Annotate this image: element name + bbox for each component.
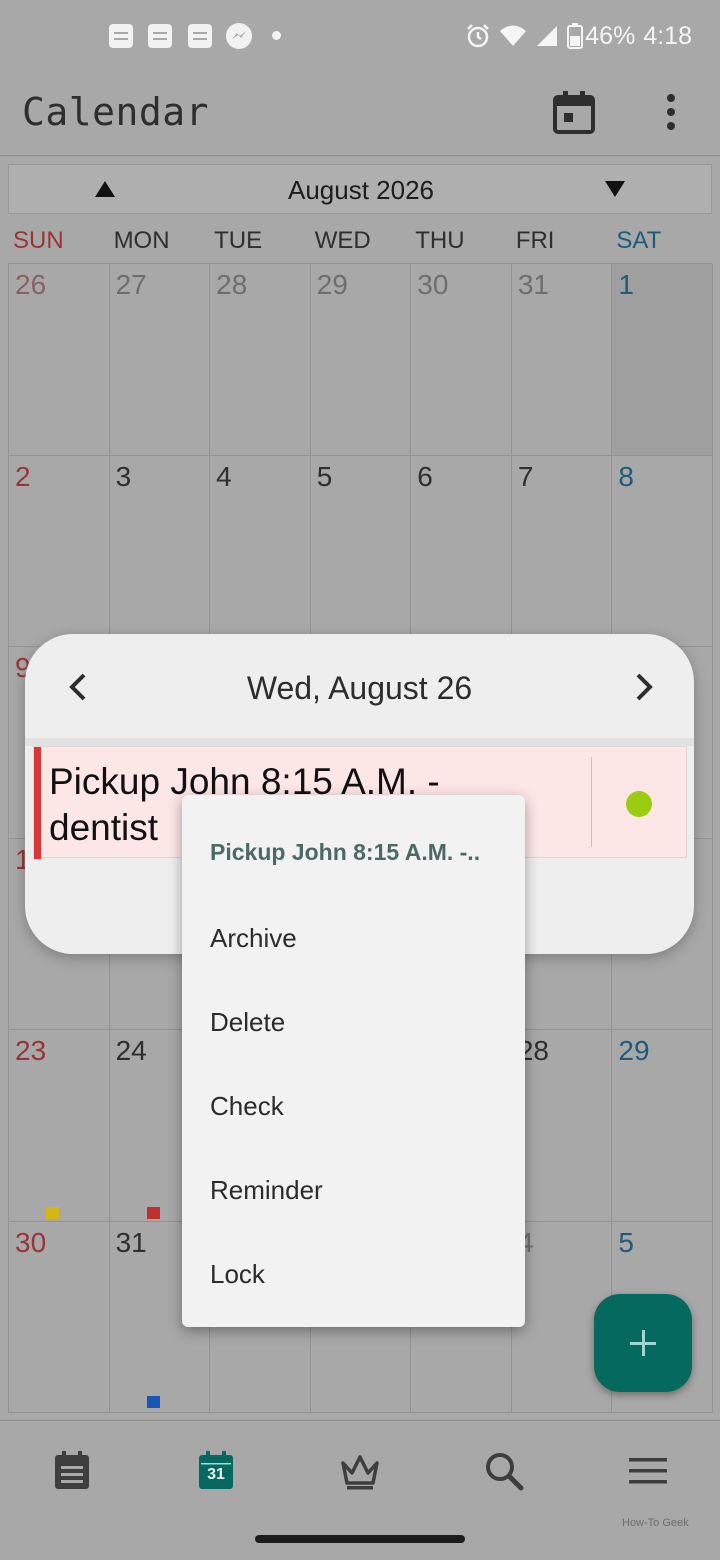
day-cell[interactable]: 7 — [511, 455, 613, 647]
wifi-icon — [499, 24, 527, 48]
event-context-menu: Pickup John 8:15 A.M. -.. Archive Delete… — [182, 795, 525, 1327]
list-icon[interactable] — [50, 1449, 94, 1493]
day-number: 6 — [417, 460, 433, 492]
active-day-label: 31 — [207, 1466, 225, 1483]
day-number: 29 — [618, 1035, 650, 1066]
notification-doc-icon — [148, 24, 172, 48]
home-indicator[interactable] — [255, 1535, 465, 1543]
menu-item-reminder[interactable]: Reminder — [210, 1175, 323, 1206]
day-cell[interactable]: 28 — [210, 264, 311, 456]
day-number: 24 — [115, 1035, 147, 1066]
day-cell[interactable]: 30 — [411, 264, 512, 456]
day-number: 4 — [216, 460, 232, 492]
day-cell[interactable]: 31 — [511, 264, 613, 456]
day-number: 29 — [316, 269, 348, 300]
day-number: 31 — [517, 269, 549, 300]
day-number: 5 — [618, 1226, 634, 1258]
day-number: 5 — [316, 460, 333, 492]
event-color-dot[interactable] — [626, 791, 652, 817]
weekday-label: TUE — [214, 227, 263, 254]
menu-item-check[interactable]: Check — [210, 1091, 284, 1122]
event-marker — [146, 1395, 160, 1408]
month-navigator: August 2026 — [8, 164, 712, 214]
day-number: 27 — [115, 269, 147, 300]
calendar-month-icon[interactable]: 31 — [194, 1449, 238, 1493]
app-bar: Calendar — [0, 72, 720, 156]
day-number: 30 — [417, 269, 449, 300]
day-cell[interactable]: 4 — [210, 455, 311, 647]
day-cell[interactable]: 6 — [411, 455, 512, 647]
divider — [591, 757, 592, 847]
day-cell[interactable]: 23 — [9, 1030, 110, 1222]
day-number: 7 — [517, 460, 534, 492]
day-cell[interactable]: 27 — [109, 264, 211, 456]
app-title: Calendar — [22, 90, 210, 134]
system-status: 46% 4:18 — [465, 20, 692, 52]
watermark: How-To Geek — [622, 1517, 689, 1529]
messenger-icon — [226, 23, 252, 49]
menu-item-lock[interactable]: Lock — [210, 1259, 265, 1290]
divider — [25, 738, 694, 746]
day-cell[interactable]: 8 — [612, 455, 713, 647]
weekday-label: SUN — [13, 227, 64, 254]
next-month-icon[interactable] — [605, 181, 625, 197]
event-marker — [146, 1207, 160, 1219]
more-notifications-dot — [272, 31, 281, 40]
day-cell[interactable]: 2 — [9, 455, 110, 647]
signal-icon — [535, 24, 559, 48]
search-icon[interactable] — [482, 1449, 526, 1493]
day-cell[interactable]: 5 — [310, 455, 412, 647]
weekday-label: WED — [314, 227, 371, 254]
weekday-label: MON — [113, 227, 170, 254]
menu-header: Pickup John 8:15 A.M. -.. — [210, 839, 481, 865]
day-number: 2 — [15, 460, 31, 492]
day-number: 28 — [216, 269, 248, 300]
day-cell[interactable]: 30 — [9, 1221, 110, 1413]
day-cell[interactable]: 29 — [612, 1030, 713, 1222]
chevron-right-icon[interactable] — [631, 672, 657, 702]
day-number: 26 — [15, 269, 47, 300]
day-number: 1 — [618, 269, 634, 300]
battery-icon — [567, 23, 584, 49]
weekday-label: FRI — [515, 227, 555, 254]
menu-icon[interactable] — [626, 1449, 670, 1493]
day-cell[interactable]: 26 — [9, 264, 110, 456]
day-number: 3 — [115, 460, 132, 492]
menu-item-archive[interactable]: Archive — [210, 923, 297, 954]
notification-doc-icon — [109, 24, 133, 48]
day-cell[interactable]: 29 — [310, 264, 412, 456]
weekday-header: SUN MON TUE WED THU FRI SAT — [8, 222, 712, 262]
add-event-button[interactable] — [594, 1294, 692, 1392]
event-marker — [46, 1207, 59, 1219]
day-number: 31 — [115, 1226, 147, 1258]
day-number: 8 — [618, 460, 634, 492]
alarm-icon — [465, 23, 491, 49]
notification-doc-icon — [188, 24, 212, 48]
more-vert-icon[interactable] — [658, 92, 684, 132]
bottom-navigation: 31 How-To Geek — [0, 1420, 720, 1560]
status-bar: 46% 4:18 — [0, 0, 720, 72]
clock: 4:18 — [643, 21, 692, 50]
battery-percent: 46% — [585, 21, 636, 50]
day-number: 30 — [15, 1226, 47, 1258]
calendar-today-icon[interactable] — [552, 90, 596, 134]
day-cell[interactable]: 28 — [511, 1030, 613, 1222]
dialog-date-title: Wed, August 26 — [246, 670, 473, 706]
day-number: 23 — [15, 1035, 47, 1066]
event-color-bar — [34, 747, 41, 859]
crown-icon[interactable] — [338, 1449, 382, 1493]
day-cell[interactable]: 3 — [109, 455, 211, 647]
menu-item-delete[interactable]: Delete — [210, 1007, 285, 1038]
weekday-label: THU — [415, 227, 465, 254]
weekday-label: SAT — [616, 227, 662, 254]
day-cell[interactable]: 1 — [612, 264, 713, 456]
